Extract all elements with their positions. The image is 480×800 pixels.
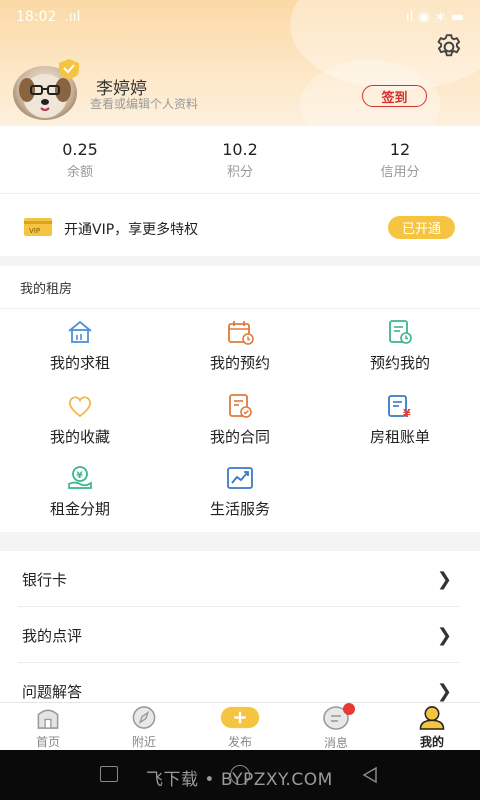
contract-icon (229, 394, 252, 418)
rental-item-booked-me[interactable]: 预约我的 (320, 318, 480, 373)
rental-item-label: 我的求租 (49, 354, 110, 372)
list-item-label: 问题解答 (22, 682, 83, 701)
signal-icon: .ııl (64, 9, 81, 25)
home-icon (37, 709, 59, 729)
watermark-text: 飞下载 • BYPZXY.COM (146, 770, 333, 790)
compass-icon (132, 706, 156, 729)
rental-item-bills[interactable]: ¥ 房租账单 (320, 392, 480, 447)
edit-profile-hint[interactable]: 查看或编辑个人资料 (90, 95, 198, 112)
stat-credit[interactable]: 12 信用分 (320, 126, 480, 193)
rental-item-installment[interactable]: ¥ 租金分期 (0, 464, 160, 519)
screen: 18:02 .ııl ıl ◉ ∗ ▬ 李婷婷 查看或编辑个人资料 签到 0.2… (0, 0, 480, 800)
status-time: 18:02 (16, 9, 57, 25)
tab-home[interactable]: 首页 (0, 703, 96, 750)
rental-item-label: 生活服务 (209, 500, 270, 518)
divider (0, 308, 480, 309)
recent-apps-icon[interactable] (100, 766, 118, 782)
svg-text:¥: ¥ (77, 471, 84, 481)
rental-item-label: 租金分期 (49, 500, 110, 518)
list-item-reviews[interactable]: 我的点评 ❯ (0, 607, 480, 663)
signin-button[interactable]: 签到 (362, 85, 427, 107)
vip-badge-icon (59, 59, 79, 79)
svg-text:¥: ¥ (403, 407, 411, 420)
status-bar: 18:02 .ııl ıl ◉ ∗ ▬ (0, 0, 480, 34)
stat-value: 12 (389, 139, 411, 159)
rental-item-label: 我的合同 (209, 428, 270, 446)
chevron-right-icon: ❯ (436, 568, 452, 590)
rental-item-label: 我的收藏 (49, 428, 110, 446)
back-icon[interactable] (360, 765, 380, 785)
document-clock-icon (389, 320, 412, 344)
stat-value: 10.2 (222, 139, 258, 159)
user-icon (419, 706, 445, 730)
stat-label: 余额 (66, 164, 93, 180)
vip-card-text: VIP (29, 227, 40, 235)
tab-label: 消息 (323, 736, 348, 750)
rental-item-life-services[interactable]: 生活服务 (160, 464, 320, 519)
tab-mine[interactable]: 我的 (384, 703, 480, 750)
settings-gear-icon[interactable] (434, 32, 464, 62)
rental-item-requests[interactable]: 我的求租 (0, 318, 160, 373)
rental-item-contracts[interactable]: 我的合同 (160, 392, 320, 447)
stat-label: 信用分 (380, 164, 420, 180)
tab-label: 首页 (35, 735, 60, 749)
chevron-right-icon: ❯ (436, 624, 452, 646)
list-item-label: 银行卡 (22, 570, 68, 589)
stat-label: 积分 (226, 164, 253, 180)
stats-bar: 0.25 余额 10.2 积分 12 信用分 (0, 126, 480, 194)
message-icon-wrap (321, 703, 355, 731)
plus-icon (220, 706, 260, 729)
tab-label: 附近 (131, 735, 156, 749)
bottom-tab-bar: 首页 附近 发布 消息 我的 (0, 702, 480, 750)
notification-dot (343, 703, 355, 715)
trend-icon (227, 467, 253, 489)
bill-icon: ¥ (388, 395, 411, 420)
vip-text: 开通VIP，享更多特权 (64, 222, 199, 238)
tab-messages[interactable]: 消息 (288, 703, 384, 750)
tab-publish[interactable]: 发布 (192, 703, 288, 750)
house-icon (68, 320, 92, 343)
installment-icon: ¥ (68, 466, 92, 489)
rental-item-appointments[interactable]: 我的预约 (160, 318, 320, 373)
section-title: 我的租房 (20, 282, 73, 297)
tab-label: 我的 (419, 735, 444, 749)
rental-item-label: 预约我的 (369, 354, 430, 372)
rental-item-label: 房租账单 (369, 428, 430, 446)
vip-status-button[interactable]: 已开通 (388, 216, 455, 239)
rental-item-favorites[interactable]: 我的收藏 (0, 392, 160, 447)
rental-item-label: 我的预约 (209, 354, 270, 372)
chevron-right-icon: ❯ (436, 680, 452, 702)
status-icons: ıl ◉ ∗ ▬ (405, 9, 464, 25)
stat-balance[interactable]: 0.25 余额 (0, 126, 160, 193)
list-item-label: 我的点评 (22, 626, 83, 645)
vip-card-icon: VIP (24, 218, 52, 236)
tab-nearby[interactable]: 附近 (96, 703, 192, 750)
stat-value: 0.25 (62, 139, 98, 159)
stat-points[interactable]: 10.2 积分 (160, 126, 320, 193)
list-item-bank-card[interactable]: 银行卡 ❯ (0, 551, 480, 607)
calendar-icon (228, 321, 254, 345)
tab-label: 发布 (227, 735, 252, 749)
settings-list: 银行卡 ❯ 我的点评 ❯ 问题解答 ❯ (0, 551, 480, 706)
heart-icon (68, 396, 92, 418)
